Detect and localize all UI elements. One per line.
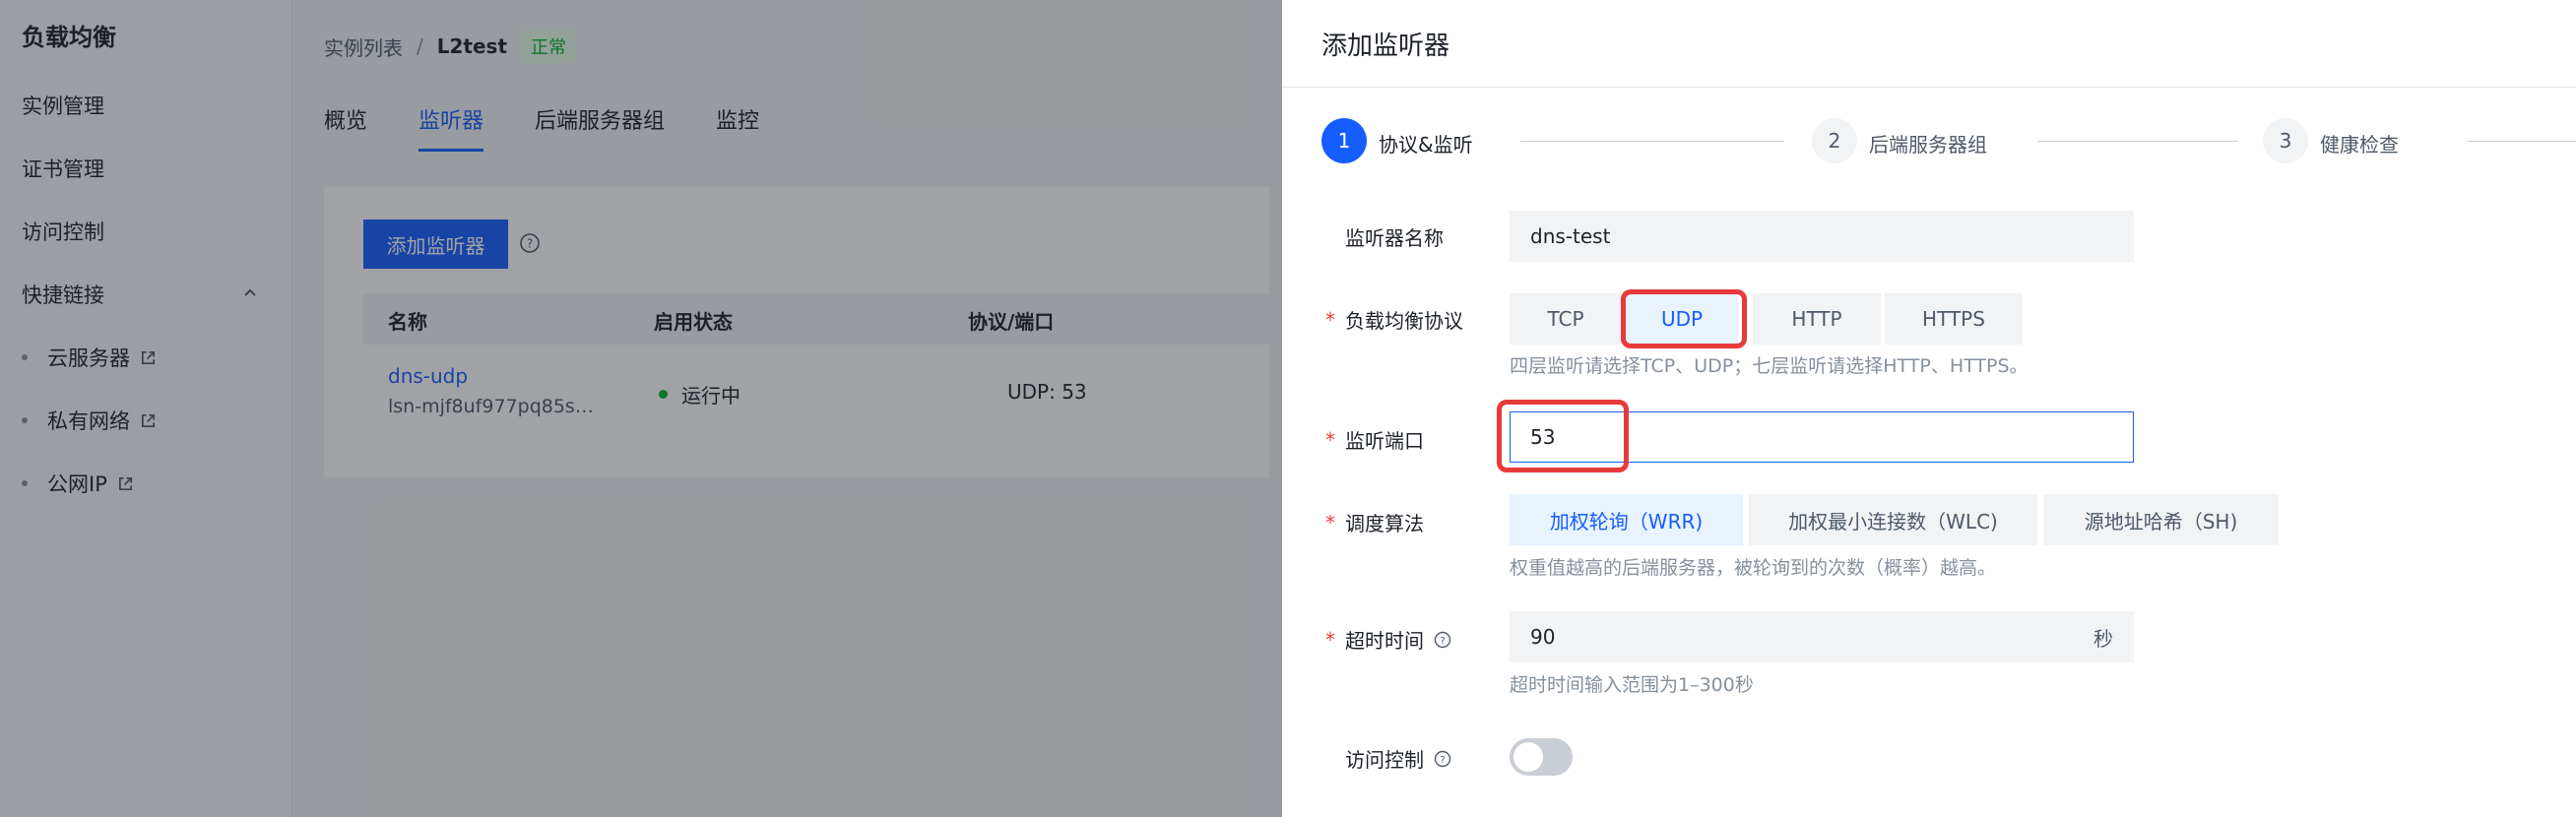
help-icon[interactable]: ? bbox=[1434, 750, 1451, 768]
algorithm-option-wrr[interactable]: 加权轮询（WRR) bbox=[1510, 494, 1743, 545]
timeout-hint: 超时时间输入范围为1–300秒 bbox=[1510, 674, 1754, 696]
drawer-title: 添加监听器 bbox=[1321, 31, 1450, 61]
algorithm-option-wlc[interactable]: 加权最小连接数（WLC) bbox=[1749, 494, 2037, 545]
field-label-algorithm: * 调度算法 bbox=[1325, 508, 1424, 536]
toggle-knob bbox=[1513, 742, 1543, 772]
label-text: 监听器名称 bbox=[1345, 226, 1444, 250]
field-label-access-control: 访问控制 ? bbox=[1345, 744, 1451, 773]
step-2-label: 后端服务器组 bbox=[1869, 133, 1987, 157]
required-mark: * bbox=[1325, 627, 1335, 652]
input-value: dns-test bbox=[1530, 224, 1611, 248]
algorithm-hint: 权重值越高的后端服务器，被轮询到的次数（概率）越高。 bbox=[1510, 557, 1997, 579]
step-1-indicator: 1 bbox=[1321, 118, 1367, 163]
protocol-option-tcp[interactable]: TCP bbox=[1510, 293, 1622, 345]
label-text: 访问控制 bbox=[1345, 748, 1424, 772]
drawer-overlay[interactable] bbox=[0, 0, 1282, 817]
step-connector bbox=[1520, 141, 1784, 142]
protocol-hint: 四层监听请选择TCP、UDP；七层监听请选择HTTP、HTTPS。 bbox=[1510, 355, 2029, 377]
step-3-indicator: 3 bbox=[2263, 118, 2308, 163]
step-3-label: 健康检查 bbox=[2320, 133, 2399, 157]
stepper: 1 协议&监听 2 后端服务器组 3 健康检查 bbox=[1321, 118, 2576, 163]
required-mark: * bbox=[1325, 427, 1335, 452]
required-mark: * bbox=[1325, 510, 1335, 534]
timeout-input[interactable]: 90 秒 bbox=[1510, 611, 2134, 662]
divider bbox=[1282, 87, 2576, 88]
listener-name-input[interactable]: dns-test bbox=[1510, 211, 2134, 262]
timeout-unit: 秒 bbox=[2093, 626, 2113, 651]
highlight-box bbox=[1497, 400, 1629, 472]
step-2-indicator: 2 bbox=[1812, 118, 1857, 163]
protocol-option-https[interactable]: HTTPS bbox=[1885, 293, 2023, 345]
highlight-box bbox=[1621, 289, 1747, 348]
step-connector bbox=[2037, 141, 2237, 142]
step-connector bbox=[2468, 141, 2576, 142]
field-label-timeout: * 超时时间 ? bbox=[1325, 625, 1451, 654]
label-text: 超时时间 bbox=[1345, 629, 1424, 653]
required-mark: * bbox=[1325, 307, 1335, 332]
field-label-protocol: * 负载均衡协议 bbox=[1325, 305, 1463, 334]
input-value: 90 bbox=[1530, 625, 1556, 649]
access-control-toggle[interactable] bbox=[1510, 738, 1573, 776]
svg-text:?: ? bbox=[1440, 635, 1445, 646]
label-text: 负载均衡协议 bbox=[1345, 309, 1463, 333]
label-text: 监听端口 bbox=[1345, 429, 1424, 453]
algorithm-option-sh[interactable]: 源地址哈希（SH) bbox=[2043, 494, 2279, 545]
help-icon[interactable]: ? bbox=[1434, 631, 1451, 649]
field-label-port: * 监听端口 bbox=[1325, 425, 1424, 454]
svg-text:?: ? bbox=[1440, 754, 1445, 765]
field-label-name: 监听器名称 bbox=[1345, 222, 1444, 251]
add-listener-drawer: 添加监听器 1 协议&监听 2 后端服务器组 3 健康检查 监听器名称 dns-… bbox=[1282, 0, 2576, 817]
step-1-label: 协议&监听 bbox=[1379, 133, 1473, 157]
label-text: 调度算法 bbox=[1345, 512, 1424, 535]
protocol-option-http[interactable]: HTTP bbox=[1753, 293, 1881, 345]
